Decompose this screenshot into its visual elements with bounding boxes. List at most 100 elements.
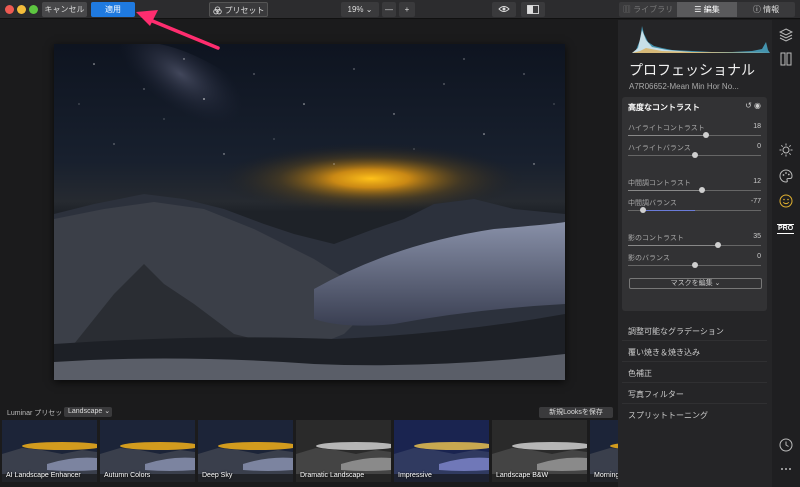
preset-thumbnail[interactable]: Morning F [590,420,618,482]
tab-info-label: 情報 [763,5,780,14]
slider-fill [628,245,718,246]
tab-info[interactable]: ⓘ 情報 [737,2,795,17]
toggle-visibility-icon[interactable]: ◉ [754,101,761,110]
slider-shadow-balance[interactable] [628,262,761,268]
slider-midtone-balance[interactable] [628,207,761,213]
slider-value-highlight-contrast: 18 [753,123,761,130]
preset-thumbnail[interactable]: AI Landscape Enhancer [2,420,97,482]
section-adjustable-gradient[interactable]: 調整可能なグラデーション [628,326,724,337]
slider-highlight-balance[interactable] [628,152,761,158]
slider-label-shadow-balance: 影のバランス [628,255,670,262]
slider-shadow-contrast[interactable] [628,242,761,248]
histogram [632,26,770,53]
reset-icon[interactable]: ↺ [745,101,752,110]
palette-icon[interactable] [779,169,793,183]
show-original-button[interactable] [492,2,516,17]
presets-bar: Luminar プリセット Landscape ⌄ 新規Looksを保存 [0,405,618,418]
pro-badge[interactable]: PRO [777,224,795,234]
tool-icon-strip: PRO [772,20,800,487]
slider-knob[interactable] [692,152,698,158]
canvas-icon[interactable] [779,52,793,66]
preset-thumbnail[interactable]: Landscape B&W [492,420,587,482]
sun-icon[interactable] [779,143,793,157]
chevron-down-icon: ⌄ [104,408,111,415]
slider-label-highlight-contrast: ハイライトコントラスト [628,125,705,132]
slider-value-midtone-contrast: 12 [753,178,761,185]
preset-name: Landscape B&W [496,472,549,479]
slider-value-shadow-balance: 0 [757,253,761,260]
advanced-contrast-title: 高度なコントラスト [628,103,700,112]
annotation-arrow [136,10,220,50]
sliders-icon: ☰ [694,5,704,14]
preset-name: AI Landscape Enhancer [6,472,81,479]
tab-edit[interactable]: ☰ 編集 [677,2,737,17]
tab-library-label: ライブラリ [633,5,674,14]
section-split-toning[interactable]: スプリットトーニング [628,410,708,421]
divider [622,340,767,341]
slider-value-midtone-balance: -77 [750,198,761,205]
advanced-contrast-panel: 高度なコントラスト ↺ ◉ ハイライトコントラスト 18 ハイライトバランス 0… [622,97,767,311]
tab-edit-label: 編集 [703,5,720,14]
zoom-level-dropdown[interactable]: 19% ⌄ [341,2,379,17]
zoom-in-button[interactable]: + [399,2,415,17]
preset-thumbnails: AI Landscape Enhancer Autumn Colors Deep S… [0,420,618,482]
apply-button[interactable]: 適用 [91,2,135,17]
slider-label-midtone-balance: 中間調バランス [628,200,677,207]
mode-switcher: ▥ ライブラリ ☰ 編集 ⓘ 情報 [619,2,795,17]
main-photo[interactable] [54,44,565,380]
preset-name: Dramatic Landscape [300,472,365,479]
close-window-button[interactable] [5,5,14,14]
slider-knob[interactable] [692,262,698,268]
edit-mask-button[interactable]: マスクを編集 ⌄ [629,278,762,289]
divider [622,403,767,404]
smile-icon[interactable] [779,194,793,208]
section-dodge-burn[interactable]: 覆い焼き＆焼き込み [628,347,700,358]
slider-highlight-contrast[interactable] [628,132,761,138]
zoom-out-button[interactable]: — [382,2,396,17]
preset-category-dropdown[interactable]: Landscape ⌄ [64,407,112,417]
zoom-window-button[interactable] [29,5,38,14]
preset-thumbnail[interactable]: Autumn Colors [100,420,195,482]
preset-name: Autumn Colors [104,472,151,479]
slider-knob[interactable] [715,242,721,248]
slider-knob[interactable] [703,132,709,138]
cancel-button[interactable]: キャンセル [42,2,87,17]
tab-library[interactable]: ▥ ライブラリ [619,2,677,17]
compare-button[interactable] [521,2,545,17]
presets-label: Luminar プリセット [7,410,70,417]
divider [622,382,767,383]
preset-button-label: プリセット [224,6,265,15]
compare-icon [527,5,539,14]
preset-name: Deep Sky [202,472,233,479]
app-window: キャンセル 適用 プリセット 19% ⌄ — + ▥ ライブラリ ☰ 編集 ⓘ … [0,0,800,487]
preset-category-value: Landscape [68,408,103,415]
more-icon[interactable] [779,462,793,476]
preset-thumbnail[interactable]: Deep Sky [198,420,293,482]
slider-fill [628,190,702,191]
slider-label-midtone-contrast: 中間調コントラスト [628,180,691,187]
preset-thumbnail[interactable]: Dramatic Landscape [296,420,391,482]
slider-knob[interactable] [699,187,705,193]
preset-name: Morning F [594,472,618,479]
slider-fill [643,210,695,211]
library-icon: ▥ [622,5,634,14]
edit-sidebar: プロフェッショナル A7R06652-Mean Min Hor No... 高度… [618,20,772,487]
save-new-look-button[interactable]: 新規Looksを保存 [539,407,613,418]
layers-icon[interactable] [779,28,793,42]
slider-label-shadow-contrast: 影のコントラスト [628,235,684,242]
top-toolbar: キャンセル 適用 プリセット 19% ⌄ — + ▥ ライブラリ ☰ 編集 ⓘ … [0,0,800,19]
night-landscape-image [54,44,565,380]
history-icon[interactable] [779,438,793,452]
filename-label: A7R06652-Mean Min Hor No... [629,82,739,91]
info-icon: ⓘ [752,5,764,14]
slider-knob[interactable] [640,207,646,213]
slider-value-highlight-balance: 0 [757,143,761,150]
preset-thumbnail[interactable]: Impressive [394,420,489,482]
minimize-window-button[interactable] [17,5,26,14]
slider-value-shadow-contrast: 35 [753,233,761,240]
section-photo-filter[interactable]: 写真フィルター [628,389,684,400]
slider-label-highlight-balance: ハイライトバランス [628,145,691,152]
section-color-correction[interactable]: 色補正 [628,368,652,379]
eye-icon [498,6,510,12]
slider-midtone-contrast[interactable] [628,187,761,193]
